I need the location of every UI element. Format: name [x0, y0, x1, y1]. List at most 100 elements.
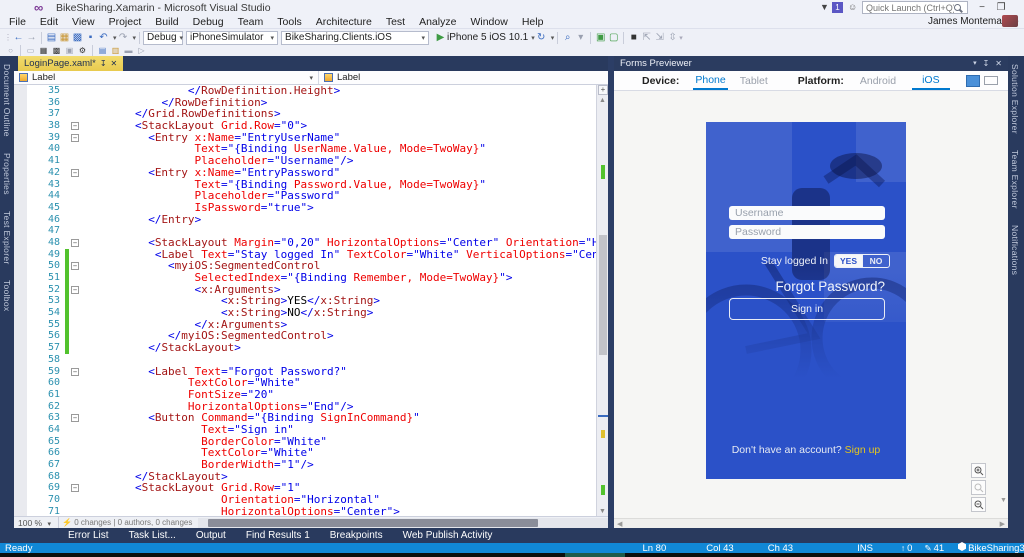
fold-collapse-icon[interactable]: − [71, 414, 79, 422]
scroll-down-icon[interactable]: ▼ [1000, 497, 1007, 504]
platform-combo[interactable]: iPhoneSimulator▾ [186, 31, 278, 45]
scroll-thumb[interactable] [599, 235, 607, 355]
scroll-right-icon[interactable]: ▶ [1000, 520, 1005, 528]
panel-tab[interactable]: Web Publish Activity [395, 529, 501, 542]
redo-icon[interactable]: ↷ [117, 31, 130, 45]
panel-tab[interactable]: Output [188, 529, 234, 542]
solution-config-combo[interactable]: Debug▾ [143, 31, 183, 45]
minimize-button[interactable]: − [974, 2, 990, 13]
notification-badge[interactable]: 1 [832, 1, 843, 13]
quick-launch[interactable] [862, 1, 968, 14]
scroll-up-icon[interactable]: ▲ [599, 97, 606, 104]
zoom-combo[interactable]: 100 % ▾ [14, 518, 55, 528]
fold-collapse-icon[interactable]: − [71, 286, 79, 294]
menu-item[interactable]: Help [515, 15, 551, 29]
menu-item[interactable]: Test [379, 15, 412, 29]
refresh-icon[interactable]: ↻ [535, 31, 548, 45]
zoom-in-button[interactable] [971, 463, 986, 478]
platform-option-ios[interactable]: iOS [912, 72, 950, 90]
panel-tab[interactable]: Task List... [121, 529, 184, 542]
codelens-summary[interactable]: ⚡ 0 changes | 0 authors, 0 changes [62, 518, 198, 527]
feedback-icon[interactable]: ☺ [848, 2, 857, 12]
zoom-out-button[interactable] [971, 497, 986, 512]
fold-collapse-icon[interactable]: − [71, 484, 79, 492]
tab-close-icon[interactable]: ✕ [111, 59, 118, 68]
fold-collapse-icon[interactable]: − [71, 122, 79, 130]
tool-tab[interactable]: Team Explorer [1008, 142, 1022, 217]
split-editor-handle[interactable]: + [598, 85, 608, 95]
menu-item[interactable]: Tools [270, 15, 309, 29]
menu-item[interactable]: Edit [33, 15, 65, 29]
pin-icon[interactable]: ↧ [983, 59, 990, 68]
code-editor[interactable]: 35</RowDefinition.Height>36</RowDefiniti… [14, 85, 596, 517]
step-into-icon[interactable]: ⇲ [653, 31, 666, 45]
run-target[interactable]: iPhone 5 iOS 10.1 [447, 32, 528, 43]
step-over-icon[interactable]: ⇱ [640, 31, 653, 45]
panel-tab[interactable]: Find Results 1 [238, 529, 318, 542]
device-option-tablet[interactable]: Tablet [738, 73, 770, 89]
step-out-icon[interactable]: ⇳ [666, 31, 679, 45]
menu-item[interactable]: Project [102, 15, 149, 29]
startup-project-combo[interactable]: BikeSharing.Clients.iOS▾ [281, 31, 429, 45]
menu-item[interactable]: Architecture [309, 15, 379, 29]
toolbar-overflow-icon[interactable]: ▾ [679, 34, 683, 42]
open-file-icon[interactable]: ▦ [58, 31, 71, 45]
test-explorer-icon[interactable]: ▢ [607, 31, 620, 45]
close-icon[interactable]: ✕ [995, 59, 1002, 68]
undo-icon[interactable]: ↶ [97, 31, 110, 45]
quick-launch-input[interactable] [866, 3, 954, 13]
scroll-left-icon[interactable]: ◀ [617, 520, 622, 528]
save-icon[interactable]: ▩ [71, 31, 84, 45]
fold-collapse-icon[interactable]: − [71, 134, 79, 142]
tool-tab[interactable]: Properties [0, 145, 14, 203]
window-position-icon[interactable]: ▾ [973, 59, 977, 68]
menu-item[interactable]: Window [463, 15, 514, 29]
filter-icon[interactable]: ▼ [820, 2, 829, 12]
pin-icon[interactable]: ↧ [100, 59, 107, 68]
menu-item[interactable]: View [65, 15, 102, 29]
document-tab[interactable]: LoginPage.xaml* ↧ ✕ [18, 56, 123, 71]
menu-item[interactable]: Analyze [412, 15, 463, 29]
tool-tab[interactable]: Solution Explorer [1008, 56, 1022, 142]
find-dropdown-icon[interactable]: ▾ [574, 31, 587, 45]
scroll-thumb[interactable] [208, 519, 538, 527]
tool-tab[interactable]: Notifications [1008, 217, 1022, 283]
new-file-icon[interactable]: ▤ [45, 31, 58, 45]
editor-vertical-scrollbar[interactable]: + ▲ ▼ [596, 85, 608, 517]
menu-item[interactable]: File [2, 15, 33, 29]
save-all-icon[interactable]: ▪ [84, 31, 97, 45]
panel-tab[interactable]: Breakpoints [322, 529, 391, 542]
panel-tab[interactable]: Error List [60, 529, 117, 542]
nav-types-combo[interactable]: Label ▾ [14, 71, 319, 84]
tool-tab[interactable]: Test Explorer [0, 203, 14, 273]
navigate-back-icon[interactable]: ← [12, 31, 25, 45]
restore-button[interactable]: ❐ [993, 2, 1009, 13]
start-unit-tests-icon[interactable]: ▣ [594, 31, 607, 45]
portrait-orientation-icon[interactable] [966, 75, 980, 87]
previewer-horizontal-scrollbar[interactable]: ◀ ▶ [614, 518, 1008, 528]
editor-horizontal-scrollbar[interactable] [198, 518, 608, 528]
menu-item[interactable]: Debug [186, 15, 231, 29]
redo-dropdown-icon[interactable]: ▾ [133, 34, 137, 42]
pushes-indicator[interactable]: ↑0 [899, 543, 913, 554]
run-icon[interactable]: ▶ [434, 31, 447, 45]
platform-option-android[interactable]: Android [858, 73, 898, 89]
scroll-down-icon[interactable]: ▼ [599, 508, 606, 515]
fold-collapse-icon[interactable]: − [71, 368, 79, 376]
tool-tab[interactable]: Document Outline [0, 56, 14, 145]
find-icon[interactable]: ⌕ [561, 31, 574, 45]
edits-indicator[interactable]: ✎41 [922, 543, 944, 554]
fold-collapse-icon[interactable]: − [71, 239, 79, 247]
navigate-forward-icon[interactable]: → [25, 31, 38, 45]
tool-tab[interactable]: Toolbox [0, 272, 14, 319]
fold-collapse-icon[interactable]: − [71, 262, 79, 270]
menu-item[interactable]: Build [148, 15, 185, 29]
menu-item[interactable]: Team [231, 15, 271, 29]
previewer-vertical-scrollbar[interactable]: ▼ [998, 91, 1008, 518]
device-option-phone[interactable]: Phone [693, 72, 727, 90]
breakpoint-window-icon[interactable]: ■ [627, 31, 640, 45]
avatar[interactable] [1002, 15, 1018, 27]
fold-collapse-icon[interactable]: − [71, 169, 79, 177]
landscape-orientation-icon[interactable] [984, 76, 998, 85]
nav-members-combo[interactable]: Label [319, 71, 608, 84]
